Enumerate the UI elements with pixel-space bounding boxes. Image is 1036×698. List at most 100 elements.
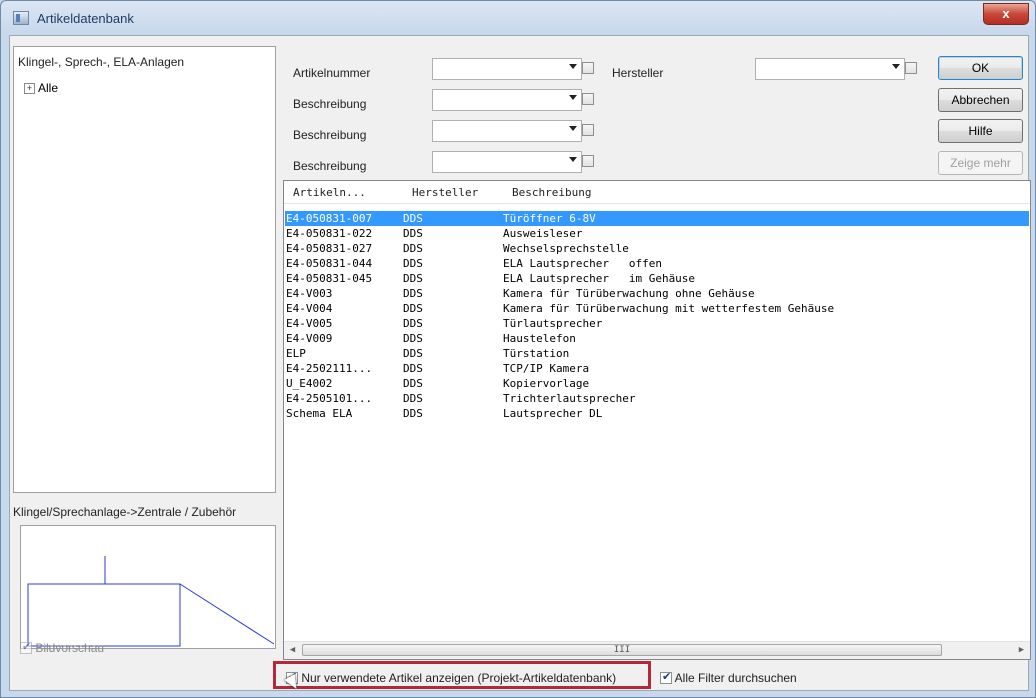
dropdown-arrow-icon[interactable]	[569, 157, 577, 162]
preview-box	[27, 583, 181, 647]
cell-hersteller: DDS	[403, 347, 423, 360]
cell-beschreibung: Türöffner 6-8V	[503, 212, 596, 225]
beschreibung-filter-checkbox-3[interactable]	[582, 155, 594, 167]
app-icon	[13, 11, 29, 25]
cell-artikelnummer: E4-050831-044	[286, 257, 373, 270]
preview-drawing	[27, 556, 275, 647]
cell-artikelnummer: E4-050831-045	[286, 272, 373, 285]
table-row[interactable]: E4-050831-044 DDS ELA Lautsprecher offen	[285, 256, 1029, 271]
expand-icon[interactable]: +	[24, 83, 35, 94]
beschreibung-filter-checkbox-2[interactable]	[582, 124, 594, 136]
scroll-right-icon[interactable]: ▶	[1013, 642, 1030, 659]
tree-node-alle[interactable]: + Alle	[24, 81, 58, 95]
table-row[interactable]: E4-050831-007 DDS Türöffner 6-8V	[285, 211, 1029, 226]
dropdown-arrow-icon[interactable]	[569, 95, 577, 100]
category-tree-label: Klingel-, Sprech-, ELA-Anlagen	[18, 55, 185, 69]
only-used-articles-label[interactable]: Nur verwendete Artikel anzeigen (Projekt…	[301, 671, 616, 685]
cell-beschreibung: Ausweisleser	[503, 227, 583, 240]
cell-beschreibung: ELA Lautsprecher offen	[503, 257, 662, 270]
column-header-artikelnummer[interactable]: Artikeln...	[293, 186, 366, 199]
dropdown-arrow-icon[interactable]	[569, 126, 577, 131]
cell-beschreibung: ELA Lautsprecher im Gehäuse	[503, 272, 696, 285]
table-row[interactable]: E4-050831-022 DDS Ausweisleser	[285, 226, 1029, 241]
table-row[interactable]: E4-V009 DDS Haustelefon	[285, 331, 1029, 346]
table-row[interactable]: ELP DDS Türstation	[285, 346, 1029, 361]
table-row[interactable]: E4-050831-027 DDS Wechselsprechstelle	[285, 241, 1029, 256]
ok-button[interactable]: OK	[938, 56, 1023, 80]
list-header: Artikeln... Hersteller Beschreibung	[284, 181, 1030, 204]
artikelnummer-label: Artikelnummer	[293, 66, 371, 80]
cancel-button[interactable]: Abbrechen	[938, 88, 1023, 112]
preview-diagonal	[179, 583, 275, 645]
hersteller-filter-checkbox[interactable]	[905, 62, 917, 74]
cell-hersteller: DDS	[403, 407, 423, 420]
cell-beschreibung: Kamera für Türüberwachung mit wetterfest…	[503, 302, 835, 315]
help-button[interactable]: Hilfe	[938, 119, 1023, 143]
cell-beschreibung: Kopiervorlage	[503, 377, 590, 390]
cell-artikelnummer: E4-2505101...	[286, 392, 373, 405]
image-preview-option[interactable]: Bildvorschau	[20, 640, 105, 655]
category-path: Klingel/Sprechanlage->Zentrale / Zubehör	[13, 505, 237, 519]
cell-artikelnummer: ELP	[286, 347, 306, 360]
cell-artikelnummer: E4-050831-022	[286, 227, 373, 240]
horizontal-scrollbar[interactable]: ◀ III ▶	[284, 641, 1030, 659]
beschreibung-combo-3[interactable]	[432, 151, 582, 173]
cell-beschreibung: Haustelefon	[503, 332, 576, 345]
close-button[interactable]: x	[983, 3, 1029, 25]
beschreibung-combo-2[interactable]	[432, 120, 582, 142]
cell-beschreibung: Türlautsprecher	[503, 317, 603, 330]
dropdown-arrow-icon[interactable]	[569, 64, 577, 69]
image-preview	[20, 525, 276, 649]
artikelnummer-filter-checkbox[interactable]	[582, 62, 594, 74]
cell-hersteller: DDS	[403, 332, 423, 345]
cell-artikelnummer: E4-2502111...	[286, 362, 373, 375]
title-bar[interactable]: Artikeldatenbank x	[1, 1, 1035, 35]
all-filters-label[interactable]: Alle Filter durchsuchen	[675, 671, 797, 685]
beschreibung-label-3: Beschreibung	[293, 159, 367, 173]
table-row[interactable]: E4-V004 DDS Kamera für Türüberwachung mit …	[285, 301, 1029, 316]
category-tree[interactable]: Klingel-, Sprech-, ELA-Anlagen + Alle	[13, 46, 276, 493]
image-preview-label: Bildvorschau	[35, 641, 105, 655]
cell-hersteller: DDS	[403, 287, 423, 300]
cell-beschreibung: Türstation	[503, 347, 570, 360]
cell-hersteller: DDS	[403, 362, 423, 375]
cell-hersteller: DDS	[403, 392, 423, 405]
cell-hersteller: DDS	[403, 272, 423, 285]
cell-beschreibung: TCP/IP Kamera	[503, 362, 590, 375]
cell-beschreibung: Kamera für Türüberwachung ohne Gehäuse	[503, 287, 755, 300]
window-title: Artikeldatenbank	[37, 11, 134, 26]
table-row[interactable]: E4-2505101... DDS Trichterlautsprecher	[285, 391, 1029, 406]
cell-hersteller: DDS	[403, 317, 423, 330]
hersteller-label: Hersteller	[612, 66, 664, 80]
cell-artikelnummer: E4-V003	[286, 287, 333, 300]
table-row[interactable]: E4-050831-045 DDS ELA Lautsprecher im Gehä…	[285, 271, 1029, 286]
image-preview-checkbox[interactable]	[20, 640, 32, 654]
beschreibung-label-2: Beschreibung	[293, 128, 367, 142]
cell-hersteller: DDS	[403, 227, 423, 240]
hersteller-combo[interactable]	[755, 58, 905, 80]
cell-beschreibung: Lautsprecher DL	[503, 407, 603, 420]
table-row[interactable]: E4-V003 DDS Kamera für Türüberwachung ohne…	[285, 286, 1029, 301]
table-row[interactable]: E4-V005 DDS Türlautsprecher	[285, 316, 1029, 331]
scroll-thumb[interactable]: III	[302, 644, 942, 656]
cell-artikelnummer: E4-050831-027	[286, 242, 373, 255]
only-used-articles-option[interactable]: Nur verwendete Artikel anzeigen (Projekt…	[286, 670, 616, 685]
dropdown-arrow-icon[interactable]	[892, 64, 900, 69]
all-filters-checkbox[interactable]	[660, 670, 672, 684]
table-row[interactable]: E4-2502111... DDS TCP/IP Kamera	[285, 361, 1029, 376]
beschreibung-combo-1[interactable]	[432, 89, 582, 111]
article-list[interactable]: Artikeln... Hersteller Beschreibung E4-0…	[283, 180, 1031, 660]
tree-node-label[interactable]: Alle	[38, 81, 58, 95]
column-header-beschreibung[interactable]: Beschreibung	[512, 186, 591, 199]
column-header-hersteller[interactable]: Hersteller	[412, 186, 478, 199]
cell-hersteller: DDS	[403, 377, 423, 390]
all-filters-option[interactable]: Alle Filter durchsuchen	[660, 670, 797, 685]
cell-beschreibung: Wechselsprechstelle	[503, 242, 629, 255]
artikelnummer-combo[interactable]	[432, 58, 582, 80]
table-row[interactable]: Schema ELA DDS Lautsprecher DL	[285, 406, 1029, 421]
beschreibung-filter-checkbox-1[interactable]	[582, 93, 594, 105]
table-row[interactable]: U_E4002 DDS Kopiervorlage	[285, 376, 1029, 391]
cell-artikelnummer: U_E4002	[286, 377, 333, 390]
scroll-left-icon[interactable]: ◀	[284, 642, 301, 659]
cell-beschreibung: Trichterlautsprecher	[503, 392, 636, 405]
